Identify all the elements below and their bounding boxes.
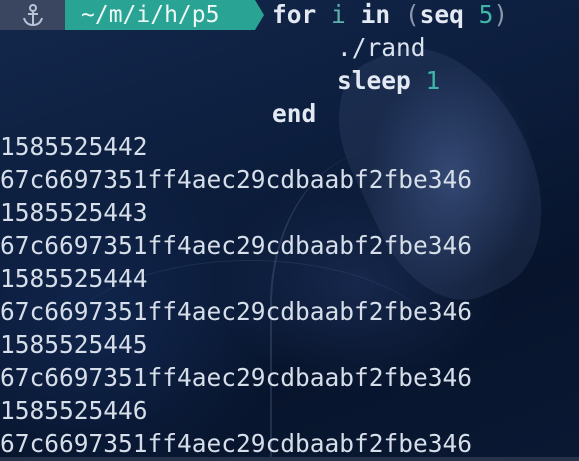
prompt-separator bbox=[255, 0, 264, 30]
command-line[interactable]: for i in (seq 5) bbox=[272, 0, 508, 30]
output-line: 1585525446 bbox=[0, 396, 148, 425]
seq-number: 5 bbox=[478, 0, 494, 29]
output-line: 1585525445 bbox=[0, 330, 148, 359]
loop-body-line[interactable]: sleep 1 bbox=[337, 64, 440, 97]
next-prompt-strip bbox=[0, 457, 579, 461]
output-line: 67c6697351ff4aec29cdbaabf2fbe346 bbox=[0, 297, 473, 326]
output-line: 67c6697351ff4aec29cdbaabf2fbe346 bbox=[0, 363, 473, 392]
output-line: 67c6697351ff4aec29cdbaabf2fbe346 bbox=[0, 231, 473, 260]
in-keyword: in bbox=[360, 0, 391, 29]
output-line: 1585525443 bbox=[0, 198, 148, 227]
loop-end-line[interactable]: end bbox=[272, 97, 316, 130]
paren-open: ( bbox=[404, 0, 420, 29]
paren-close: ) bbox=[493, 0, 509, 29]
output-line: 1585525444 bbox=[0, 264, 148, 293]
terminal-window[interactable]: ~/m/i/h/p5 for i in (seq 5) ./rand sleep… bbox=[0, 0, 579, 461]
anchor-icon bbox=[0, 0, 65, 30]
rand-command: ./rand bbox=[337, 33, 426, 62]
loop-variable: i bbox=[331, 0, 346, 29]
seq-command: seq bbox=[419, 0, 464, 29]
sleep-command: sleep bbox=[337, 66, 411, 95]
output-line: 67c6697351ff4aec29cdbaabf2fbe346 bbox=[0, 165, 473, 194]
for-keyword: for bbox=[272, 0, 317, 29]
sleep-arg: 1 bbox=[425, 66, 441, 95]
end-keyword: end bbox=[272, 99, 317, 128]
output-line: 1585525442 bbox=[0, 132, 148, 161]
output-line: 67c6697351ff4aec29cdbaabf2fbe346 bbox=[0, 429, 473, 458]
loop-body-line[interactable]: ./rand bbox=[337, 31, 426, 64]
prompt-path: ~/m/i/h/p5 bbox=[65, 0, 255, 30]
